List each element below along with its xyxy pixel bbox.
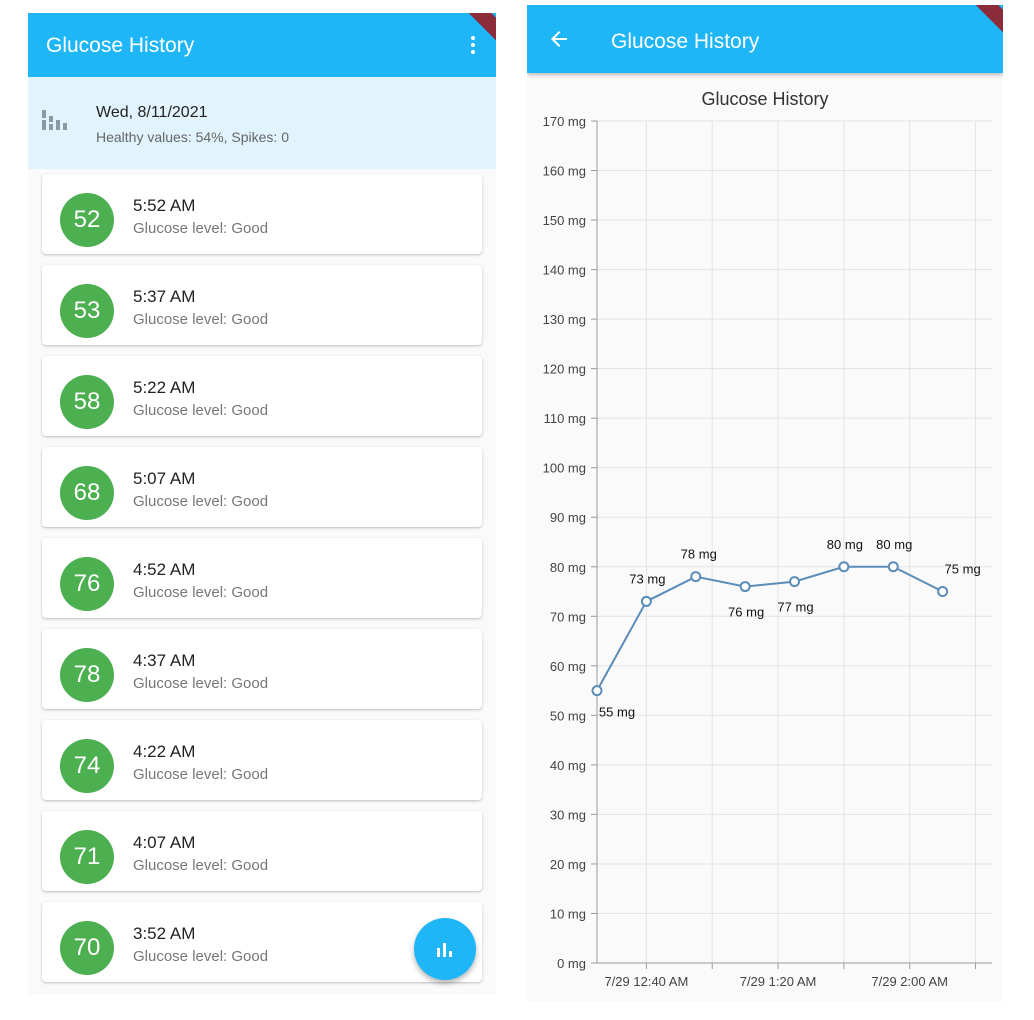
reading-level: Glucose level: Good (133, 493, 269, 510)
data-label: 76 mg (728, 605, 764, 620)
reading-time: 5:22 AM (133, 378, 196, 397)
data-point (937, 586, 949, 598)
reading-level: Glucose level: Good (133, 948, 269, 965)
glucose-value-avatar: 70 (60, 921, 114, 975)
y-tick-label: 80 mg (550, 560, 586, 575)
y-tick-label: 110 mg (544, 411, 586, 426)
app-bar-title: Glucose History (46, 34, 195, 57)
data-point (739, 581, 751, 593)
data-point (887, 561, 899, 573)
data-point (789, 576, 800, 588)
data-point (640, 595, 652, 607)
debug-banner (955, 5, 1003, 41)
reading-card[interactable]: 78 4:37 AM Glucose level: Good (42, 629, 482, 709)
y-tick-label: 40 mg (550, 758, 586, 773)
y-tick-label: 130 mg (543, 312, 586, 327)
x-tick-label: 7/29 2:00 AM (871, 974, 948, 989)
reading-list: 52 5:52 AM Glucose level: Good 53 5:37 A… (42, 174, 482, 993)
insights-chart-icon (437, 943, 452, 957)
y-tick-label: 170 mg (543, 114, 586, 129)
reading-time: 3:52 AM (133, 924, 196, 943)
y-tick-label: 150 mg (543, 213, 586, 228)
glucose-value-avatar: 58 (60, 375, 114, 429)
data-label: 80 mg (876, 537, 912, 552)
y-tick-label: 140 mg (543, 263, 586, 278)
glucose-value-avatar: 53 (60, 284, 114, 338)
data-point (591, 685, 603, 697)
y-tick-label: 20 mg (550, 857, 586, 872)
reading-time: 4:07 AM (133, 833, 196, 852)
data-point (838, 561, 850, 573)
glucose-value-avatar: 76 (60, 557, 114, 611)
glucose-value-avatar: 74 (60, 739, 114, 793)
glucose-value-avatar: 52 (60, 193, 114, 247)
reading-level: Glucose level: Good (133, 311, 269, 328)
glucose-value-avatar: 68 (60, 466, 114, 520)
data-label: 55 mg (599, 705, 635, 720)
y-tick-label: 50 mg (550, 708, 586, 723)
bar-chart-icon (42, 110, 67, 130)
reading-time: 4:37 AM (133, 651, 196, 670)
history-list-screen: Glucose History Wed, 8/11/2021 Healthy v… (28, 13, 496, 995)
reading-card[interactable]: 53 5:37 AM Glucose level: Good (42, 265, 482, 345)
data-label: 75 mg (945, 562, 981, 577)
glucose-value-avatar: 78 (60, 648, 114, 702)
chart-screen: Glucose History Glucose History 0 mg 10 mg… (527, 5, 1003, 1002)
show-chart-fab[interactable] (414, 918, 476, 980)
reading-level: Glucose level: Good (133, 857, 269, 874)
reading-level: Glucose level: Good (133, 675, 269, 692)
reading-time: 4:52 AM (133, 560, 196, 579)
reading-card[interactable]: 52 5:52 AM Glucose level: Good (42, 174, 482, 254)
reading-card[interactable]: 74 4:22 AM Glucose level: Good (42, 720, 482, 800)
chart-title: Glucose History (701, 89, 828, 109)
reading-card[interactable]: 58 5:22 AM Glucose level: Good (42, 356, 482, 436)
summary-stats: Healthy values: 54%, Spikes: 0 (96, 129, 289, 145)
y-tick-label: 0 mg (557, 956, 586, 971)
data-label: 80 mg (827, 537, 863, 552)
reading-time: 4:22 AM (133, 742, 196, 761)
arrow-back-icon[interactable] (547, 27, 571, 51)
y-tick-label: 100 mg (543, 461, 586, 476)
glucose-value-avatar: 71 (60, 830, 114, 884)
app-bar: Glucose History (527, 5, 1003, 73)
data-label: 73 mg (629, 571, 665, 586)
y-tick-label: 90 mg (550, 510, 586, 525)
x-tick-label: 7/29 1:20 AM (740, 974, 817, 989)
data-label: 77 mg (777, 600, 813, 615)
reading-card[interactable]: 71 4:07 AM Glucose level: Good (42, 811, 482, 891)
summary-date: Wed, 8/11/2021 (96, 104, 208, 121)
y-tick-label: 160 mg (543, 164, 586, 179)
reading-card[interactable]: 76 4:52 AM Glucose level: Good (42, 538, 482, 618)
y-tick-label: 70 mg (550, 609, 586, 624)
reading-time: 5:37 AM (133, 287, 196, 306)
reading-level: Glucose level: Good (133, 402, 269, 419)
app-bar: Glucose History (28, 13, 496, 77)
data-label: 78 mg (681, 547, 717, 562)
y-tick-label: 120 mg (543, 362, 586, 377)
reading-time: 5:52 AM (133, 196, 196, 215)
reading-time: 5:07 AM (133, 469, 196, 488)
glucose-line-chart: Glucose History 0 mg 10 mg 20 mg 30 mg 40 mg 5… (543, 89, 992, 989)
reading-card[interactable]: 68 5:07 AM Glucose level: Good (42, 447, 482, 527)
y-tick-label: 10 mg (550, 906, 586, 921)
y-tick-label: 60 mg (550, 659, 586, 674)
y-tick-label: 30 mg (550, 807, 586, 822)
reading-level: Glucose level: Good (133, 584, 269, 601)
app-bar-title: Glucose History (611, 30, 760, 53)
reading-level: Glucose level: Good (133, 220, 269, 237)
x-tick-label: 7/29 12:40 AM (604, 974, 688, 989)
data-point (690, 571, 702, 583)
day-summary[interactable]: Wed, 8/11/2021 Healthy values: 54%, Spik… (28, 77, 496, 169)
reading-level: Glucose level: Good (133, 766, 269, 783)
more-vert-icon[interactable] (470, 36, 476, 56)
